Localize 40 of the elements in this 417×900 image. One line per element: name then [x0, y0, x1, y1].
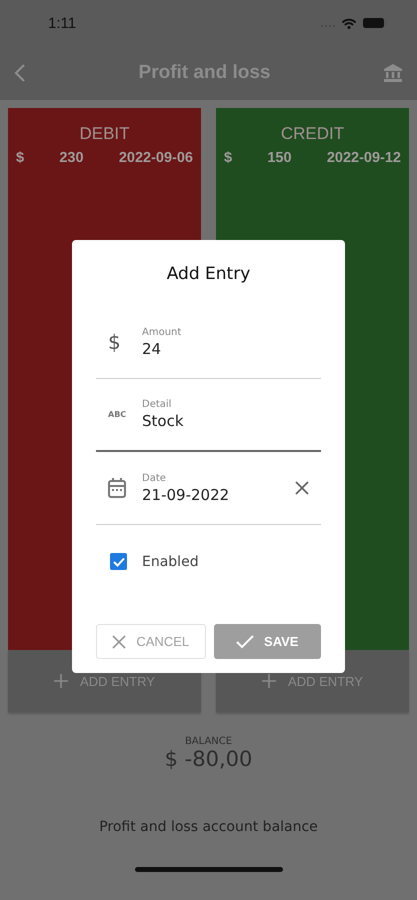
status-time: 1:11	[48, 14, 76, 32]
field-label: Date	[142, 472, 167, 484]
checkbox[interactable]	[110, 553, 127, 570]
field-label: Amount	[142, 326, 182, 338]
clear-button[interactable]	[293, 479, 311, 497]
dialog-title: Add Entry	[166, 263, 252, 286]
check-icon	[236, 634, 254, 648]
field-value: 24	[142, 340, 162, 358]
input-field[interactable]: ABC Detail Stock	[96, 379, 321, 452]
field-value: 21-09-2022	[142, 486, 230, 504]
close-icon	[295, 481, 309, 495]
checkbox-label: Enabled	[142, 554, 199, 570]
entry-date: 2022-09-12	[326, 150, 401, 166]
battery-icon	[363, 17, 387, 29]
entry-amount: 150	[267, 150, 292, 166]
field-glyph: $	[108, 330, 121, 354]
input-field[interactable]: $ Amount 24	[96, 306, 321, 379]
account-caption: Profit and loss account balance	[98, 819, 319, 835]
plus-icon	[262, 674, 276, 688]
save-button[interactable]: SAVE	[214, 624, 321, 659]
field-value: Stock	[142, 412, 185, 430]
back-icon	[14, 63, 26, 83]
close-icon	[112, 634, 126, 648]
wifi-icon	[341, 17, 357, 29]
entry-amount: 230	[59, 150, 84, 166]
cancel-button[interactable]: CANCEL	[96, 624, 206, 659]
column-title: CREDIT	[280, 124, 344, 144]
entry-date: 2022-09-06	[118, 150, 193, 166]
entry-currency: $	[224, 150, 232, 166]
check-icon	[112, 556, 124, 566]
bank-icon	[383, 63, 403, 83]
field-glyph: ABC	[108, 410, 126, 419]
plus-icon	[54, 674, 68, 688]
calendar-icon	[108, 478, 126, 498]
entry-currency: $	[16, 150, 24, 166]
field-label: Detail	[142, 399, 172, 410]
input-field[interactable]: Date 21-09-2022	[96, 452, 321, 525]
column-title: DEBIT	[79, 124, 130, 144]
balance-label: BALANCE	[184, 736, 232, 747]
balance-value: $ -80,00	[164, 747, 252, 771]
